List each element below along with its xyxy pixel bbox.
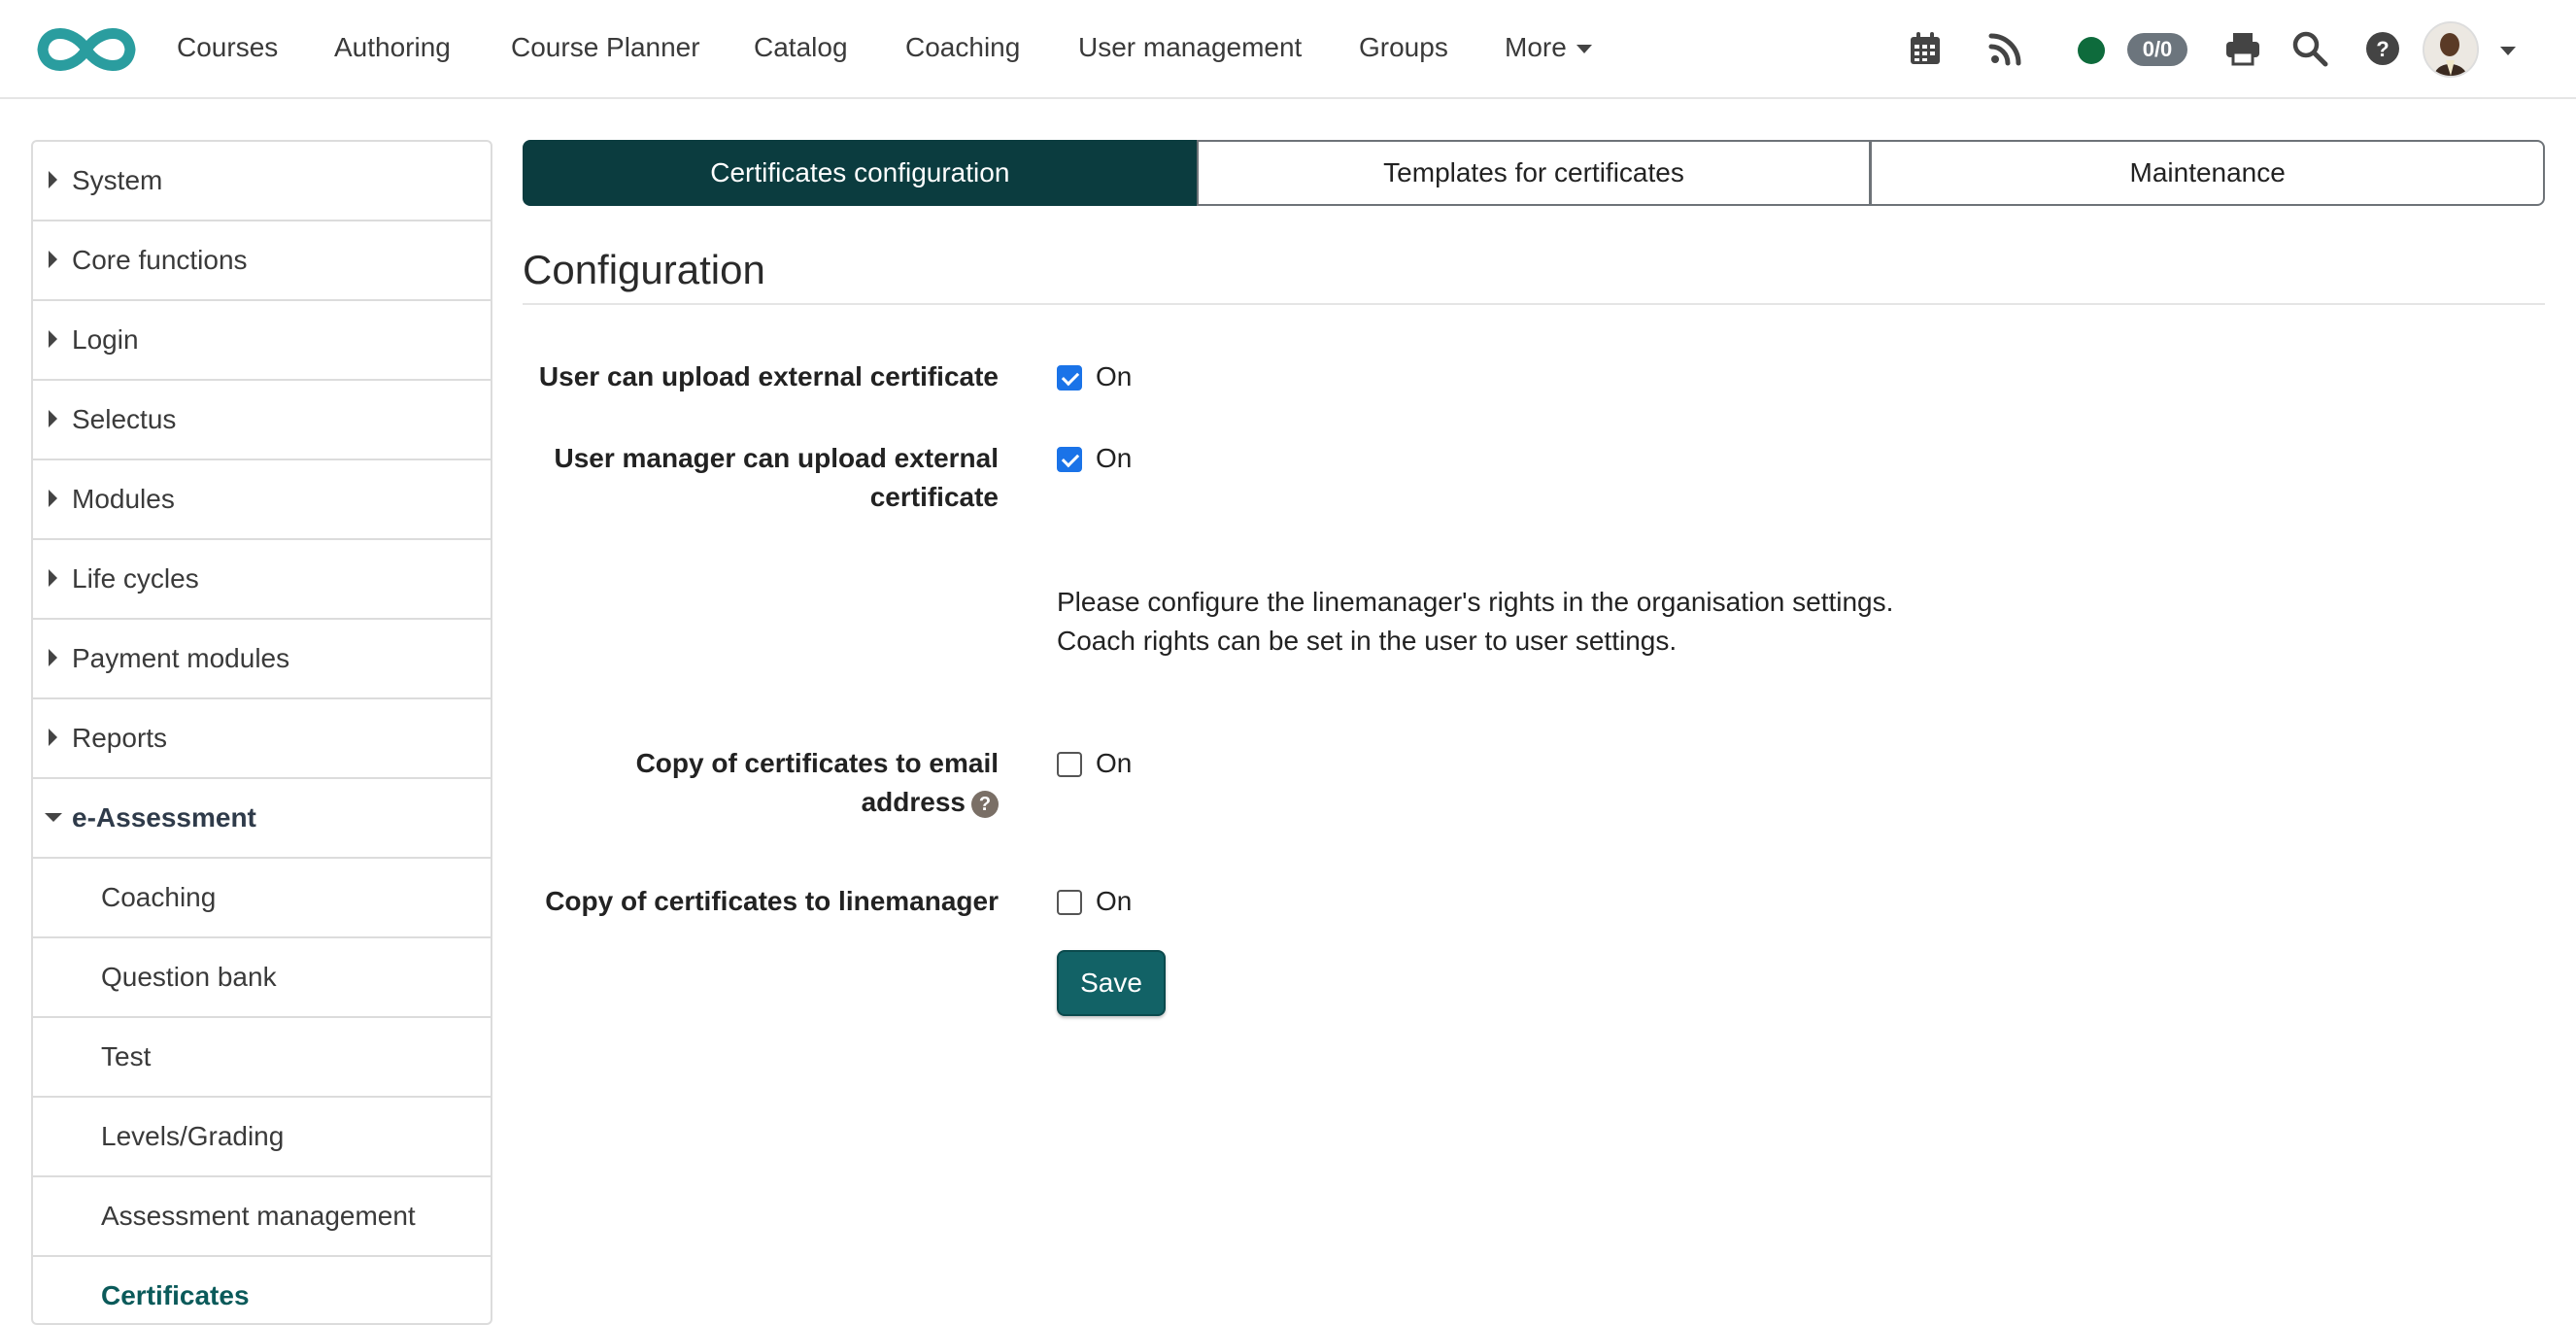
checkbox-copy-to-email[interactable] bbox=[1057, 752, 1082, 777]
online-status-icon[interactable] bbox=[2078, 37, 2105, 64]
label-line: certificate bbox=[869, 482, 999, 512]
sidebar-item-label: Certificates bbox=[101, 1280, 250, 1310]
sidebar-item-label: Assessment management bbox=[101, 1201, 416, 1231]
sidebar-subitem-levels-grading[interactable]: Levels/Grading bbox=[33, 1098, 491, 1177]
sidebar-item-label: Modules bbox=[72, 484, 175, 514]
sidebar-item-reports[interactable]: Reports bbox=[33, 699, 491, 779]
checkbox-user-upload-external[interactable] bbox=[1057, 365, 1082, 391]
sidebar-item-label: System bbox=[72, 165, 163, 195]
sidebar-subitem-assessment-management[interactable]: Assessment management bbox=[33, 1177, 491, 1257]
caret-right-icon bbox=[49, 251, 57, 268]
search-icon[interactable] bbox=[2290, 29, 2329, 68]
save-button[interactable]: Save bbox=[1057, 950, 1166, 1016]
sidebar-item-system[interactable]: System bbox=[33, 142, 491, 221]
label-line: User manager can upload external bbox=[554, 443, 999, 473]
nav-course-planner[interactable]: Course Planner bbox=[511, 32, 700, 63]
label-copy-to-linemanager: Copy of certificates to linemanager bbox=[545, 886, 999, 916]
user-menu-caret-icon[interactable] bbox=[2500, 47, 2516, 55]
nav-more[interactable]: More bbox=[1505, 32, 1592, 63]
admin-sidebar: System Core functions Login Selectus Mod… bbox=[31, 140, 492, 1325]
caret-right-icon bbox=[49, 569, 57, 587]
label-line: Copy of certificates to email bbox=[635, 748, 999, 778]
sidebar-item-life-cycles[interactable]: Life cycles bbox=[33, 540, 491, 620]
linemanager-info-text: Please configure the linemanager's right… bbox=[1057, 583, 1893, 661]
sidebar-item-label: Core functions bbox=[72, 245, 248, 275]
nav-catalog[interactable]: Catalog bbox=[754, 32, 848, 63]
checkbox-copy-to-linemanager[interactable] bbox=[1057, 890, 1082, 915]
sidebar-item-label: Life cycles bbox=[72, 563, 199, 594]
logo-icon[interactable] bbox=[35, 21, 138, 78]
checkbox-label-on: On bbox=[1096, 361, 1133, 391]
heading-divider bbox=[523, 303, 2545, 305]
sidebar-item-modules[interactable]: Modules bbox=[33, 460, 491, 540]
nav-groups[interactable]: Groups bbox=[1359, 32, 1448, 63]
caret-right-icon bbox=[49, 729, 57, 746]
caret-right-icon bbox=[49, 490, 57, 507]
caret-right-icon bbox=[49, 649, 57, 666]
avatar-image bbox=[2424, 23, 2477, 76]
chat-count-badge[interactable]: 0/0 bbox=[2127, 33, 2187, 66]
tab-templates-for-certificates[interactable]: Templates for certificates bbox=[1196, 140, 1872, 206]
user-avatar[interactable] bbox=[2423, 21, 2479, 78]
checkbox-label-on: On bbox=[1096, 886, 1133, 916]
print-icon[interactable] bbox=[2223, 29, 2262, 68]
tab-bar: Certificates configuration Templates for… bbox=[523, 140, 2546, 206]
caret-right-icon bbox=[49, 171, 57, 188]
sidebar-item-label: Selectus bbox=[72, 404, 177, 434]
nav-courses[interactable]: Courses bbox=[177, 32, 278, 63]
caret-right-icon bbox=[49, 410, 57, 427]
sidebar-item-label: Reports bbox=[72, 723, 168, 753]
sidebar-subitem-coaching[interactable]: Coaching bbox=[33, 859, 491, 938]
sidebar-item-label: Login bbox=[72, 324, 139, 355]
label-user-manager-upload-external: User manager can upload external certifi… bbox=[523, 439, 999, 517]
caret-down-icon bbox=[45, 813, 62, 822]
sidebar-item-label: Test bbox=[101, 1041, 152, 1071]
sidebar-item-core-functions[interactable]: Core functions bbox=[33, 221, 491, 301]
checkbox-label-on: On bbox=[1096, 443, 1133, 473]
sidebar-item-selectus[interactable]: Selectus bbox=[33, 381, 491, 460]
chevron-down-icon bbox=[1576, 45, 1592, 54]
info-line: Please configure the linemanager's right… bbox=[1057, 587, 1894, 617]
sidebar-item-label: e-Assessment bbox=[72, 802, 256, 832]
label-user-upload-external: User can upload external certificate bbox=[538, 361, 999, 391]
sidebar-item-label: Payment modules bbox=[72, 643, 290, 673]
sidebar-subitem-question-bank[interactable]: Question bank bbox=[33, 938, 491, 1018]
help-icon[interactable]: ? bbox=[2363, 29, 2402, 68]
help-icon[interactable]: ? bbox=[971, 790, 999, 818]
nav-more-label: More bbox=[1505, 32, 1567, 62]
label-line: address? bbox=[523, 783, 999, 822]
checkbox-label-on: On bbox=[1096, 748, 1133, 778]
sidebar-subitem-test[interactable]: Test bbox=[33, 1018, 491, 1098]
sidebar-item-e-assessment[interactable]: e-Assessment bbox=[33, 779, 491, 859]
caret-right-icon bbox=[49, 330, 57, 348]
calendar-icon[interactable] bbox=[1906, 29, 1945, 68]
label-line-text: address bbox=[861, 787, 966, 817]
sidebar-item-login[interactable]: Login bbox=[33, 301, 491, 381]
tab-maintenance[interactable]: Maintenance bbox=[1870, 140, 2546, 206]
info-line: Coach rights can be set in the user to u… bbox=[1057, 626, 1678, 656]
sidebar-item-label: Question bank bbox=[101, 962, 277, 992]
nav-coaching[interactable]: Coaching bbox=[905, 32, 1020, 63]
svg-text:?: ? bbox=[2376, 37, 2389, 61]
sidebar-subitem-certificates[interactable]: Certificates bbox=[33, 1257, 491, 1323]
nav-user-management[interactable]: User management bbox=[1078, 32, 1302, 63]
checkbox-user-manager-upload-external[interactable] bbox=[1057, 447, 1082, 472]
top-navbar: Courses Authoring Course Planner Catalog… bbox=[0, 0, 2576, 99]
page-title: Configuration bbox=[523, 247, 765, 292]
sidebar-item-label: Coaching bbox=[101, 882, 217, 912]
nav-authoring[interactable]: Authoring bbox=[334, 32, 451, 63]
sidebar-item-payment-modules[interactable]: Payment modules bbox=[33, 620, 491, 699]
tab-certificates-configuration[interactable]: Certificates configuration bbox=[523, 140, 1198, 206]
rss-icon[interactable] bbox=[1986, 29, 2025, 68]
label-copy-to-email: Copy of certificates to email address? bbox=[523, 744, 999, 822]
sidebar-item-label: Levels/Grading bbox=[101, 1121, 285, 1151]
